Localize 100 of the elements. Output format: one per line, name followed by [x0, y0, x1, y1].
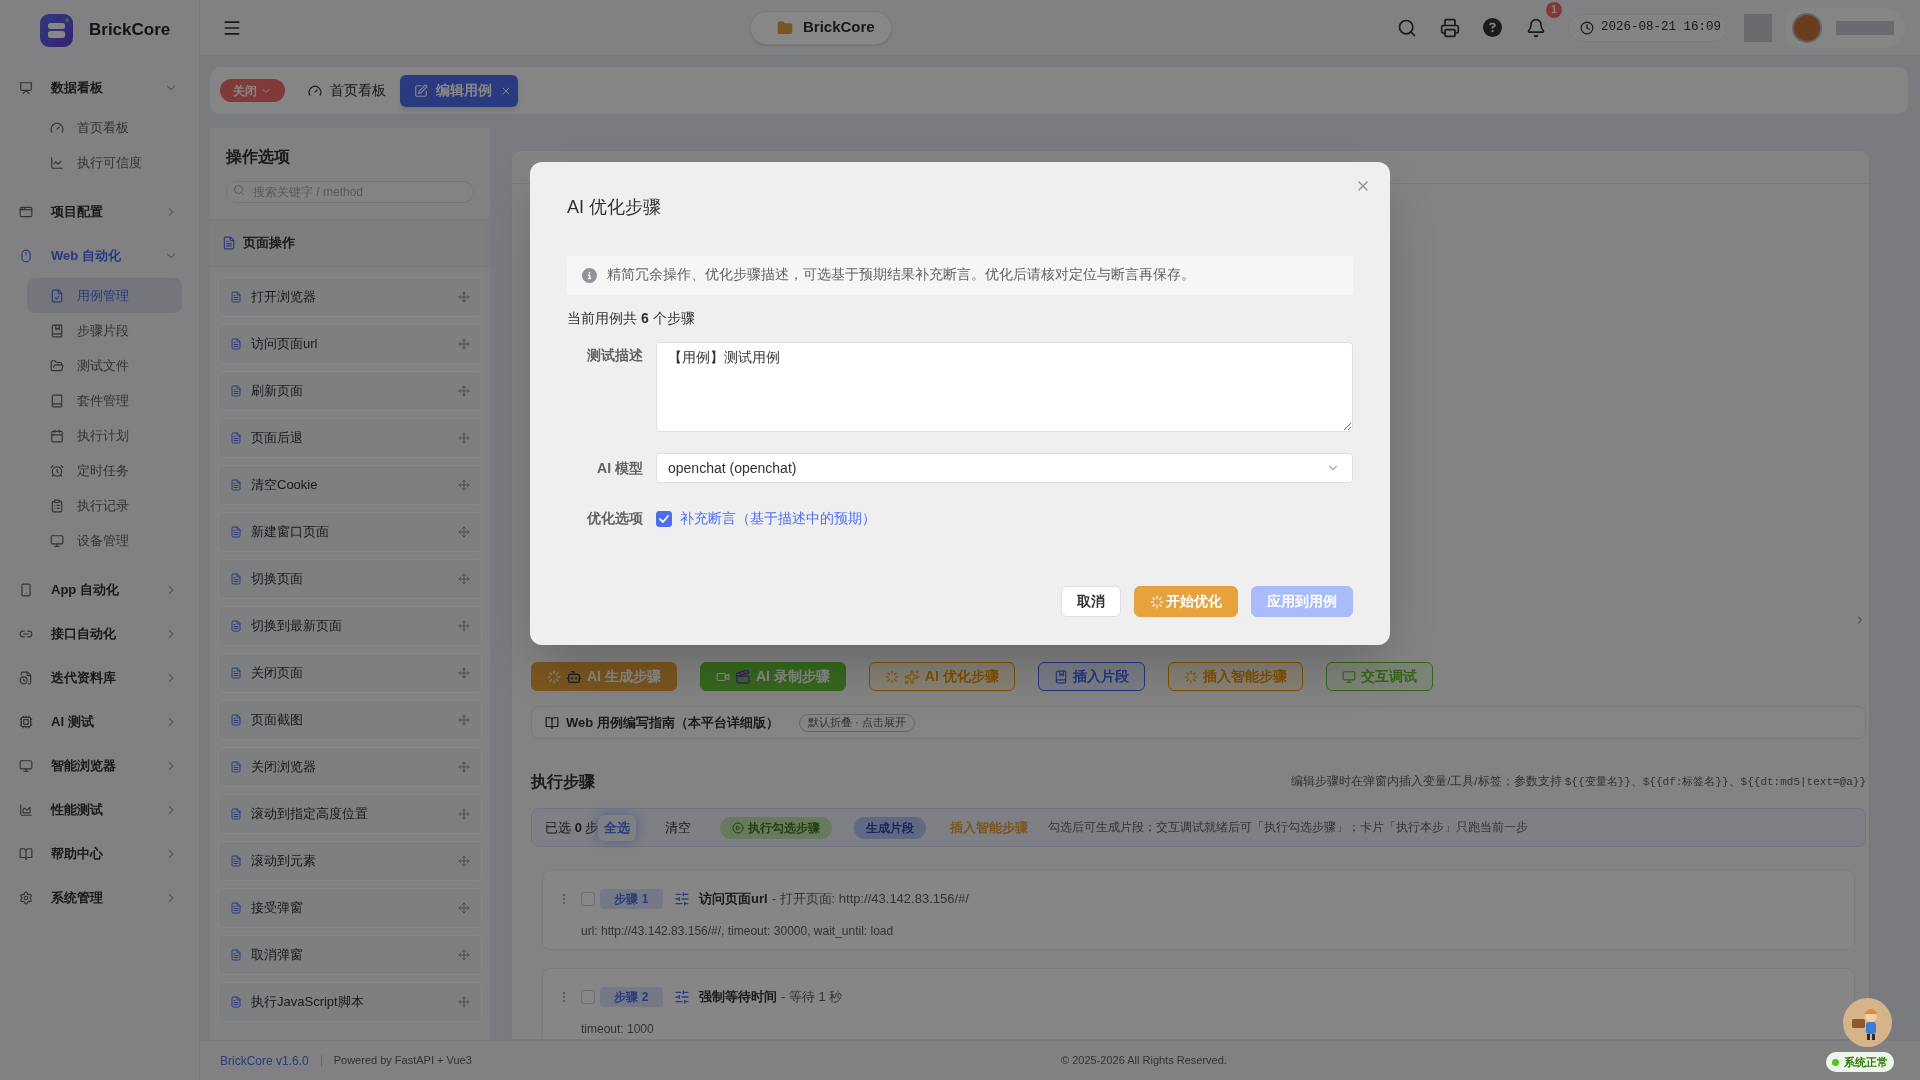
file-icon — [230, 620, 242, 632]
operation-item[interactable]: 切换页面 — [218, 559, 482, 599]
sidebar-item[interactable]: 执行计划 — [27, 418, 182, 453]
step-title: 访问页面url — [699, 890, 768, 909]
monitor-icon — [50, 533, 64, 548]
sidebar-item[interactable]: 套件管理 — [27, 383, 182, 418]
bell-icon[interactable] — [1525, 17, 1546, 38]
operation-item[interactable]: 取消弹窗 — [218, 935, 482, 975]
monitor-icon — [1341, 669, 1356, 684]
sparkles-icon — [903, 668, 920, 685]
help-icon[interactable] — [1482, 18, 1502, 37]
file-icon — [230, 808, 242, 820]
model-select[interactable]: openchat (openchat) — [656, 453, 1353, 483]
sidebar-group[interactable]: 迭代资料库 — [0, 656, 199, 700]
dialog-button[interactable]: 取消 — [1061, 586, 1121, 617]
move-icon — [458, 714, 470, 726]
file-icon — [222, 236, 236, 250]
status-text: 系统正常 — [1844, 1054, 1888, 1070]
sidebar-item[interactable]: 执行记录 — [27, 488, 182, 523]
name-placeholder — [1836, 20, 1894, 35]
move-icon — [458, 855, 470, 867]
project-selector[interactable]: BrickCore — [750, 10, 892, 45]
operation-item[interactable]: 页面后退 — [218, 418, 482, 458]
operation-item[interactable]: 执行JavaScript脚本 — [218, 982, 482, 1022]
sidebar-group[interactable]: 项目配置 — [0, 190, 199, 234]
sliders-icon[interactable] — [674, 989, 690, 1005]
step-checkbox[interactable] — [581, 892, 595, 906]
footer-credits: Powered by FastAPI + Vue3 — [333, 1053, 472, 1069]
operation-item[interactable]: 页面截图 — [218, 700, 482, 740]
sidebar-group[interactable]: App 自动化 — [0, 568, 199, 612]
sidebar-item[interactable]: 设备管理 — [27, 523, 182, 558]
selection-action[interactable]: 全选 — [598, 814, 637, 841]
sidebar-item[interactable]: 定时任务 — [27, 453, 182, 488]
printer-icon[interactable] — [1439, 17, 1460, 38]
page-tab[interactable]: 编辑用例 — [400, 74, 518, 107]
app-window-icon — [19, 205, 33, 219]
guide-panel[interactable]: Web 用例编写指南（本平台详细版） 默认折叠 · 点击展开 — [531, 706, 1866, 739]
info-text: 精简冗余操作、优化步骤描述，可选基于预期结果补充断言。优化后请核对定位与断言再保存。 — [607, 266, 1195, 285]
phone-icon — [19, 583, 33, 597]
move-icon — [458, 620, 470, 632]
sidebar-group[interactable]: 帮助中心 — [0, 832, 199, 876]
operation-item[interactable]: 访问页面url — [218, 324, 482, 364]
step-checkbox[interactable] — [581, 990, 595, 1004]
link-icon — [19, 627, 33, 641]
file-clock-icon — [19, 671, 33, 685]
operation-item[interactable]: 滚动到元素 — [218, 841, 482, 881]
logo-icon — [40, 13, 73, 47]
sliders-icon[interactable] — [674, 891, 690, 907]
operation-item[interactable]: 接受弹窗 — [218, 888, 482, 928]
move-icon — [458, 996, 470, 1008]
move-icon — [458, 573, 470, 585]
file-icon — [230, 573, 242, 585]
move-icon — [458, 479, 470, 491]
search-icon[interactable] — [1396, 17, 1417, 38]
assertion-checkbox[interactable] — [656, 510, 672, 527]
book-icon — [1053, 669, 1068, 684]
sidebar-group[interactable]: 接口自动化 — [0, 612, 199, 656]
book-icon — [50, 393, 64, 408]
operation-item[interactable]: 关闭浏览器 — [218, 747, 482, 787]
info-icon — [582, 268, 597, 283]
operation-item[interactable]: 新建窗口页面 — [218, 512, 482, 552]
close-menu-button[interactable]: 关闭 — [220, 79, 285, 102]
clipboard-icon — [50, 498, 64, 513]
operation-item[interactable]: 关闭页面 — [218, 653, 482, 693]
sidebar-group[interactable]: 数据看板 — [0, 66, 199, 110]
sidebar-group[interactable]: 系统管理 — [0, 876, 199, 920]
sidebar-item[interactable]: 步骤片段 — [27, 313, 182, 348]
step-title: 强制等待时间 — [699, 988, 777, 1007]
move-icon — [458, 808, 470, 820]
sidebar-item[interactable]: 执行可信度 — [27, 145, 182, 180]
sidebar-group[interactable]: 智能浏览器 — [0, 744, 199, 788]
status-dot-icon — [1832, 1058, 1839, 1066]
sidebar-group[interactable]: 性能测试 — [0, 788, 199, 832]
selection-action[interactable]: 清空 — [659, 814, 698, 841]
sidebar-group[interactable]: AI 测试 — [0, 700, 199, 744]
operation-item[interactable]: 滚动到指定高度位置 — [218, 794, 482, 834]
operation-item[interactable]: 打开浏览器 — [218, 277, 482, 317]
sidebar-group[interactable]: Web 自动化 — [0, 234, 199, 278]
syntax-hint: 编辑步骤时在弹窗内插入变量/工具/标签；参数支持 ${{变量名}}、${{df:标签名}}、${{dt:md5|text=@a}} — [1291, 774, 1866, 791]
move-icon — [458, 385, 470, 397]
operation-item[interactable]: 清空Cookie — [218, 465, 482, 505]
footer-version[interactable]: BrickCore v1.6.0 — [220, 1051, 309, 1070]
notification-badge: 1 — [1545, 1, 1562, 18]
operation-item[interactable]: 刷新页面 — [218, 371, 482, 411]
sidebar-item[interactable]: 测试文件 — [27, 348, 182, 383]
brand-name: BrickCore — [89, 19, 171, 42]
cartoon-figure-icon[interactable] — [1843, 998, 1892, 1047]
page-tab[interactable]: 首页看板 — [302, 74, 392, 107]
ai-action-button[interactable]: 插入片段 — [1037, 662, 1145, 691]
move-icon — [458, 291, 470, 303]
sidebar-item[interactable]: 用例管理 — [27, 278, 182, 313]
description-textarea[interactable]: 【用例】测试用例 — [656, 342, 1353, 432]
move-icon — [458, 526, 470, 538]
robot-icon — [566, 668, 582, 685]
file-icon — [230, 996, 242, 1008]
clapperboard-icon — [734, 668, 751, 685]
step-summary: - 等待 1 秒 — [781, 988, 843, 1007]
operation-item[interactable]: 切换到最新页面 — [218, 606, 482, 646]
option-label[interactable]: 补充断言（基于描述中的预期） — [680, 508, 876, 529]
sidebar-item[interactable]: 首页看板 — [27, 110, 182, 145]
